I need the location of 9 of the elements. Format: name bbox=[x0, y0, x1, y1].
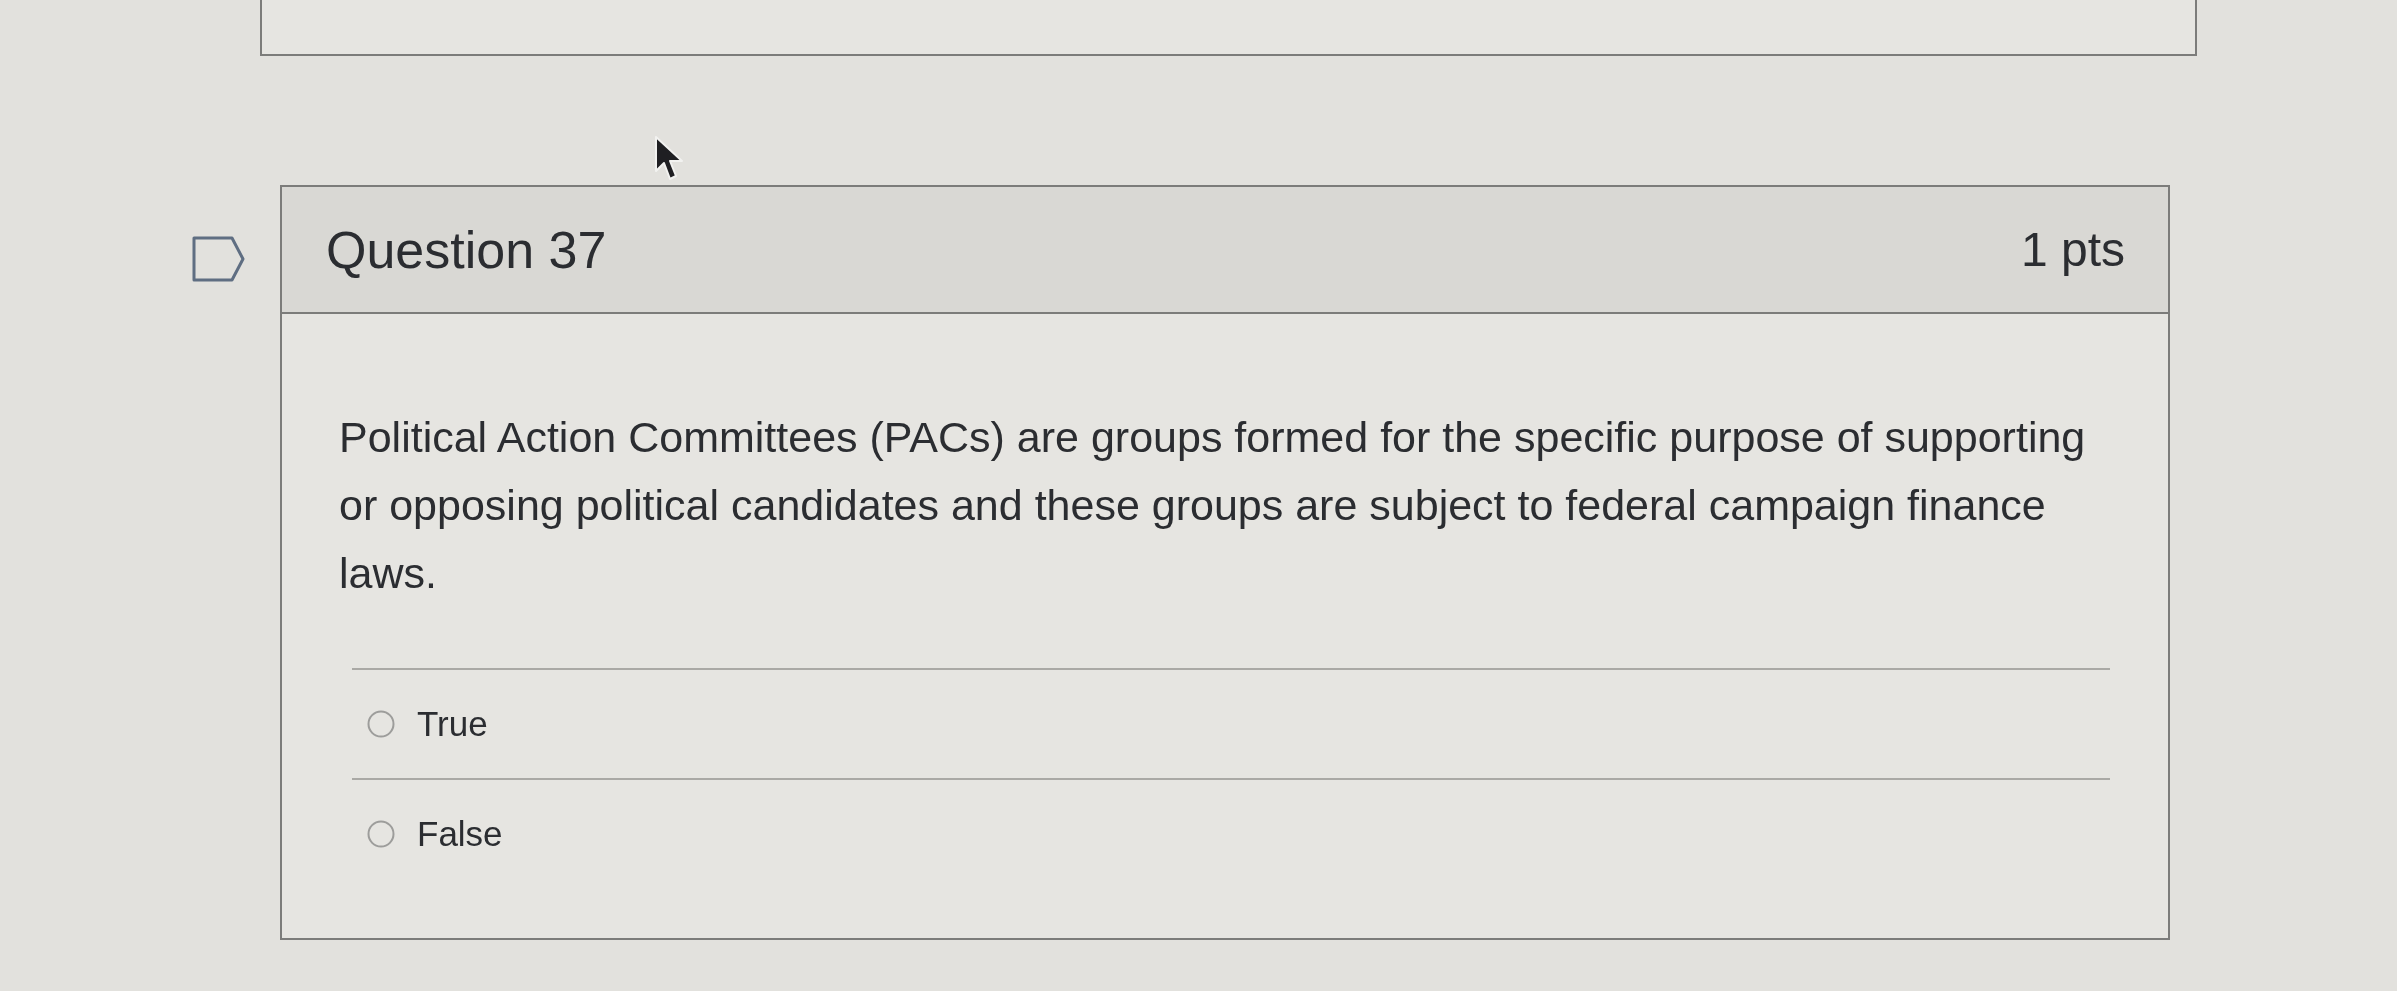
question-title: Question 37 bbox=[326, 219, 607, 280]
cursor-icon bbox=[654, 135, 684, 183]
tag-icon[interactable] bbox=[192, 236, 245, 282]
radio-button[interactable] bbox=[367, 710, 395, 738]
points-label: 1 pts bbox=[2020, 221, 2125, 278]
radio-button[interactable] bbox=[367, 820, 395, 848]
answer-label[interactable]: False bbox=[417, 812, 503, 856]
question-text: Political Action Committees (PACs) are groups formed for the specific purpose of supporting or opposing political candidates and these groups are subject to federal campaign finance laws. bbox=[339, 412, 2087, 599]
answer-label[interactable]: True bbox=[417, 702, 488, 746]
